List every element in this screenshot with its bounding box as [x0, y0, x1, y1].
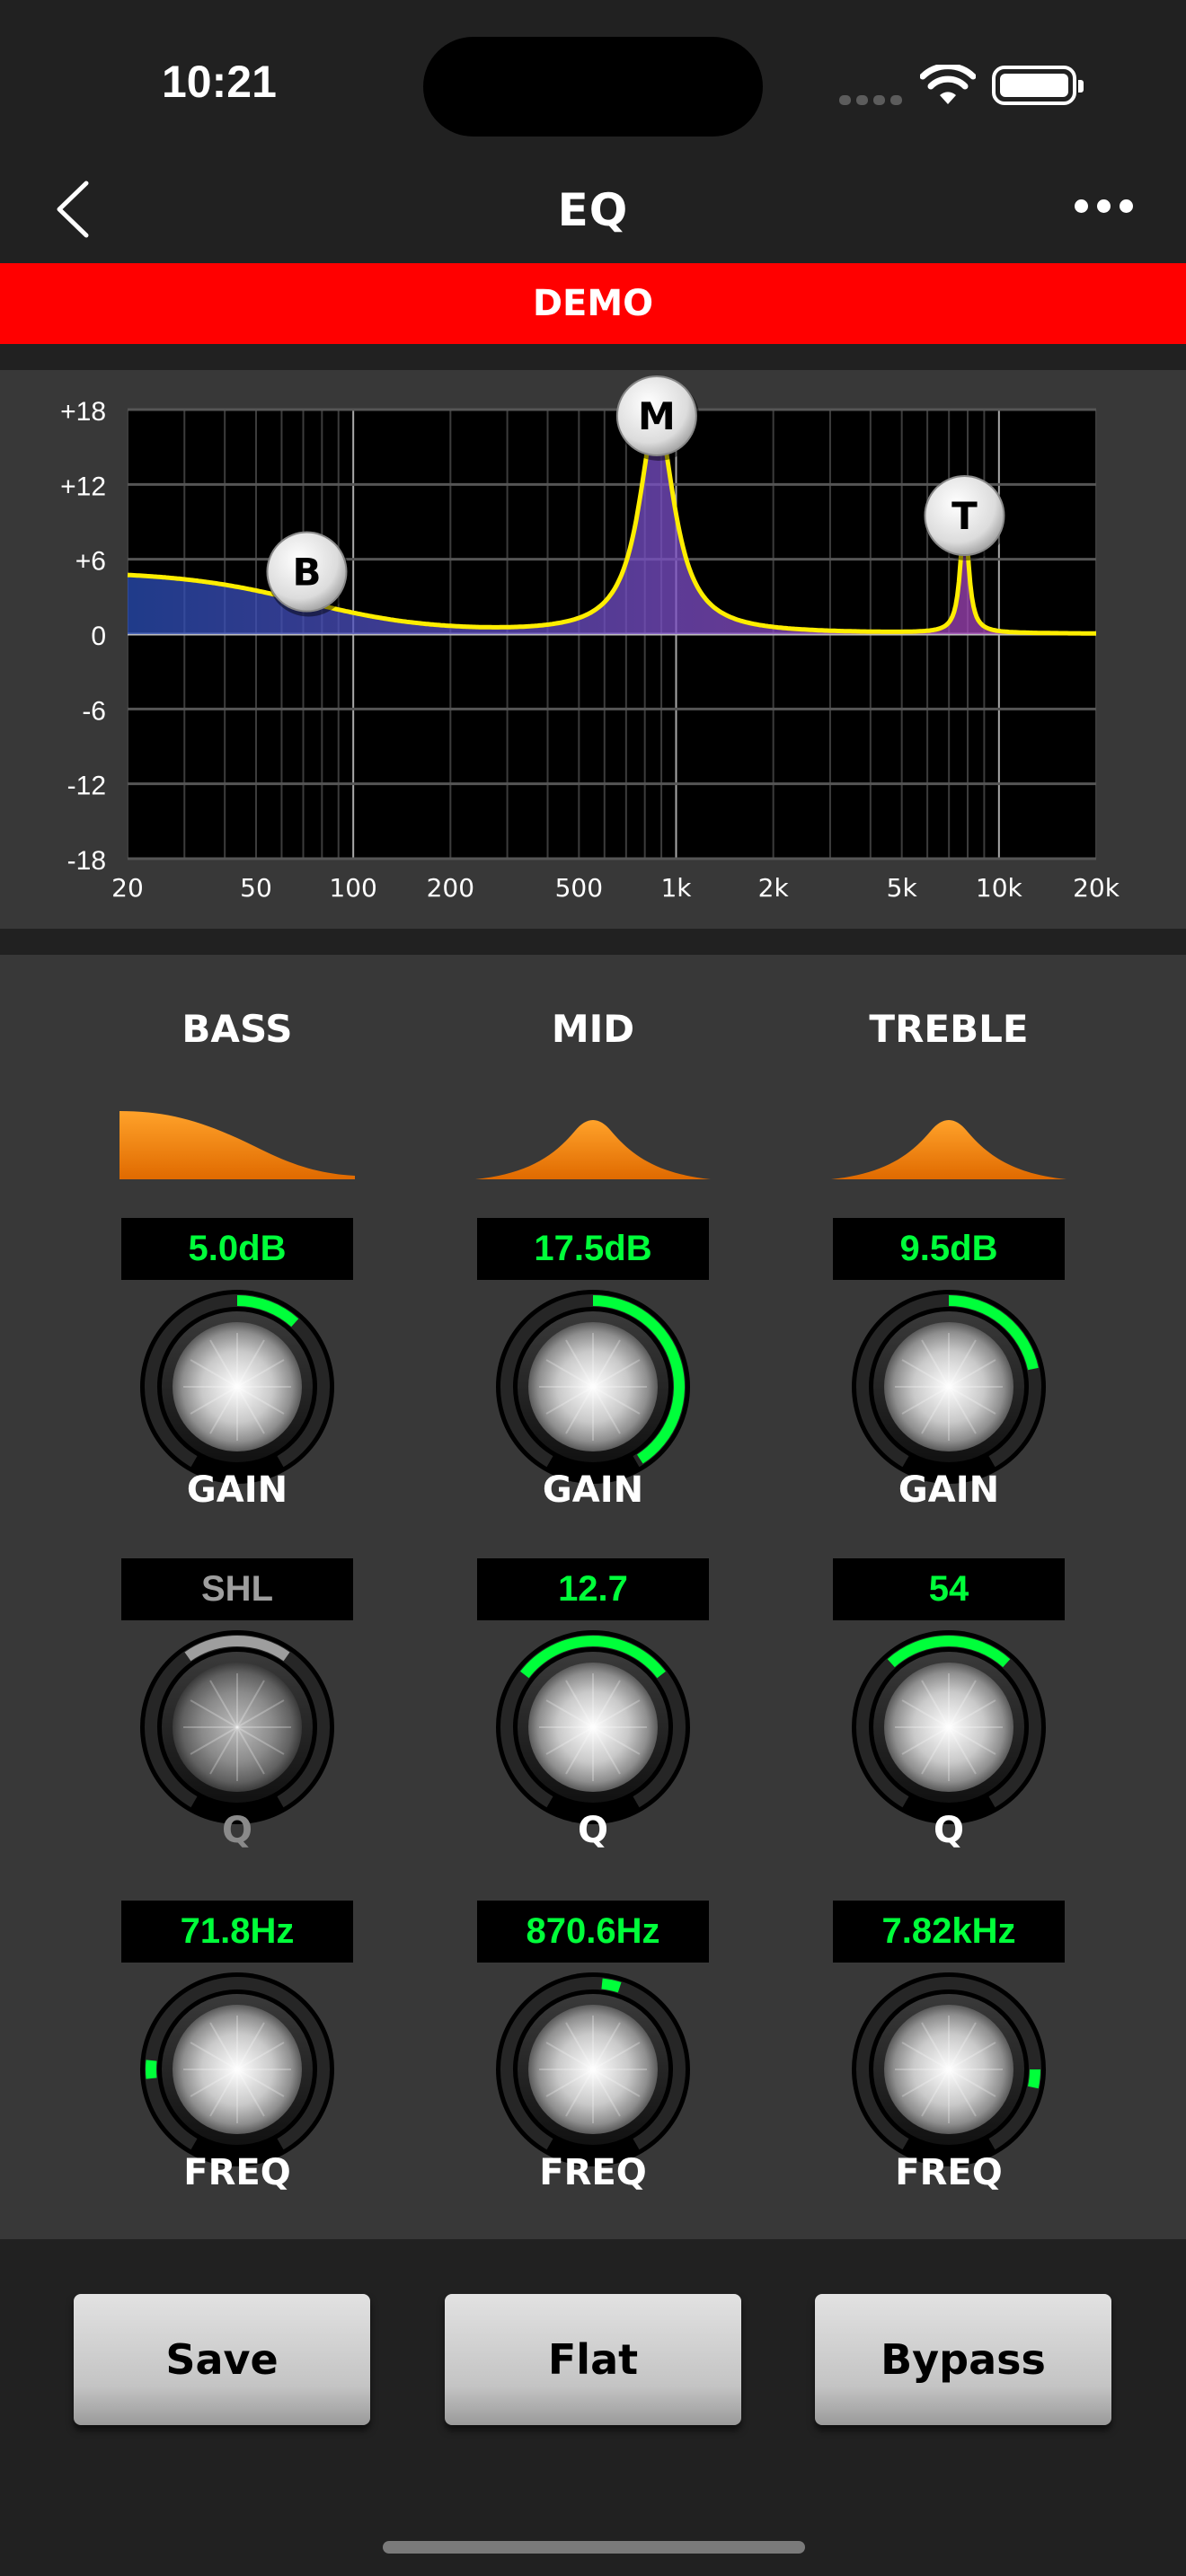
mid-gain-knob[interactable]: [494, 1288, 692, 1486]
eq-response-graph[interactable]: +18 +12 +6 0 -6 -12 -1820 50 100 200 500 1k 2k 5k 10k 2…: [0, 370, 1186, 929]
bass-gain-label: GAIN: [186, 1469, 288, 1511]
low-shelf-shape-icon[interactable]: [116, 1104, 358, 1185]
bass-q-knob[interactable]: [138, 1628, 336, 1826]
bass-freq-label: FREQ: [183, 2152, 291, 2193]
bass-q-value: SHL: [121, 1558, 353, 1620]
x-tick-label: 20: [111, 873, 144, 903]
bass-gain-value: 5.0dB: [121, 1218, 353, 1280]
treble-freq-knob[interactable]: [850, 1971, 1048, 2168]
mid-q-value: 12.7: [477, 1558, 709, 1620]
mid-freq-knob[interactable]: [494, 1971, 692, 2168]
page-title: EQ: [557, 184, 629, 236]
treble-q-label: Q: [933, 1810, 964, 1851]
peak-shape-icon[interactable]: [828, 1104, 1070, 1185]
treble-q-knob[interactable]: [850, 1628, 1048, 1826]
mid-gain-label: GAIN: [542, 1469, 644, 1511]
svg-text:M: M: [638, 394, 676, 438]
x-tick-label: 50: [240, 873, 272, 903]
x-tick-label: 5k: [887, 873, 918, 903]
bass-gain-knob[interactable]: [138, 1288, 336, 1486]
y-tick-label: -12: [67, 772, 106, 801]
bypass-button[interactable]: Bypass: [815, 2294, 1111, 2425]
dynamic-island: [423, 37, 763, 137]
mid-q-knob[interactable]: [494, 1628, 692, 1826]
cellular-signal-icon: [839, 92, 907, 109]
treble-gain-label: GAIN: [898, 1469, 1000, 1511]
bass-freq-value: 71.8Hz: [121, 1901, 353, 1963]
x-tick-label: 2k: [758, 873, 790, 903]
bass-band-title: BASS: [181, 1007, 293, 1051]
x-tick-label: 200: [427, 873, 474, 903]
y-tick-label: +12: [60, 472, 106, 501]
svg-text:T: T: [951, 494, 978, 538]
y-tick-label: -18: [67, 846, 106, 876]
y-tick-label: -6: [82, 696, 106, 726]
bass-q-label: Q: [221, 1810, 252, 1851]
x-tick-label: 1k: [660, 873, 692, 903]
x-tick-label: 10k: [976, 873, 1023, 903]
save-button[interactable]: Save: [74, 2294, 370, 2425]
battery-icon: [992, 66, 1084, 105]
treble-q-value: 54: [833, 1558, 1065, 1620]
more-options-icon[interactable]: [1075, 199, 1142, 216]
treble-freq-value: 7.82kHz: [833, 1901, 1065, 1963]
home-indicator: [383, 2541, 805, 2554]
y-tick-label: +6: [75, 547, 106, 577]
eq-controls-panel: BASS 5.0dB GAIN SHL Q 71.8Hz FREQ MID 17.5dB GAIN…: [0, 955, 1186, 2239]
wifi-icon: [920, 65, 976, 104]
y-tick-label: 0: [91, 622, 106, 651]
y-tick-label: +18: [60, 397, 106, 427]
mid-gain-value: 17.5dB: [477, 1218, 709, 1280]
x-tick-label: 20k: [1073, 873, 1120, 903]
mid-freq-value: 870.6Hz: [477, 1901, 709, 1963]
svg-text:B: B: [292, 551, 321, 595]
eq-graph-panel: +18 +12 +6 0 -6 -12 -18 20 50 100 200 500 1k 2k 5k 10k 2…: [0, 370, 1186, 929]
treble-band-title: TREBLE: [869, 1007, 1029, 1051]
mid-freq-label: FREQ: [539, 2152, 647, 2193]
demo-banner: DEMO: [0, 263, 1186, 344]
eq-node-mid[interactable]: M: [615, 375, 700, 461]
mid-band-title: MID: [551, 1007, 635, 1051]
peak-shape-icon[interactable]: [472, 1104, 714, 1185]
treble-gain-knob[interactable]: [850, 1288, 1048, 1486]
flat-button[interactable]: Flat: [445, 2294, 741, 2425]
treble-freq-label: FREQ: [895, 2152, 1003, 2193]
x-tick-label: 500: [555, 873, 603, 903]
status-time: 10:21: [162, 57, 277, 107]
mid-q-label: Q: [577, 1810, 608, 1851]
bass-freq-knob[interactable]: [138, 1971, 336, 2168]
treble-gain-value: 9.5dB: [833, 1218, 1065, 1280]
x-tick-label: 100: [329, 873, 376, 903]
